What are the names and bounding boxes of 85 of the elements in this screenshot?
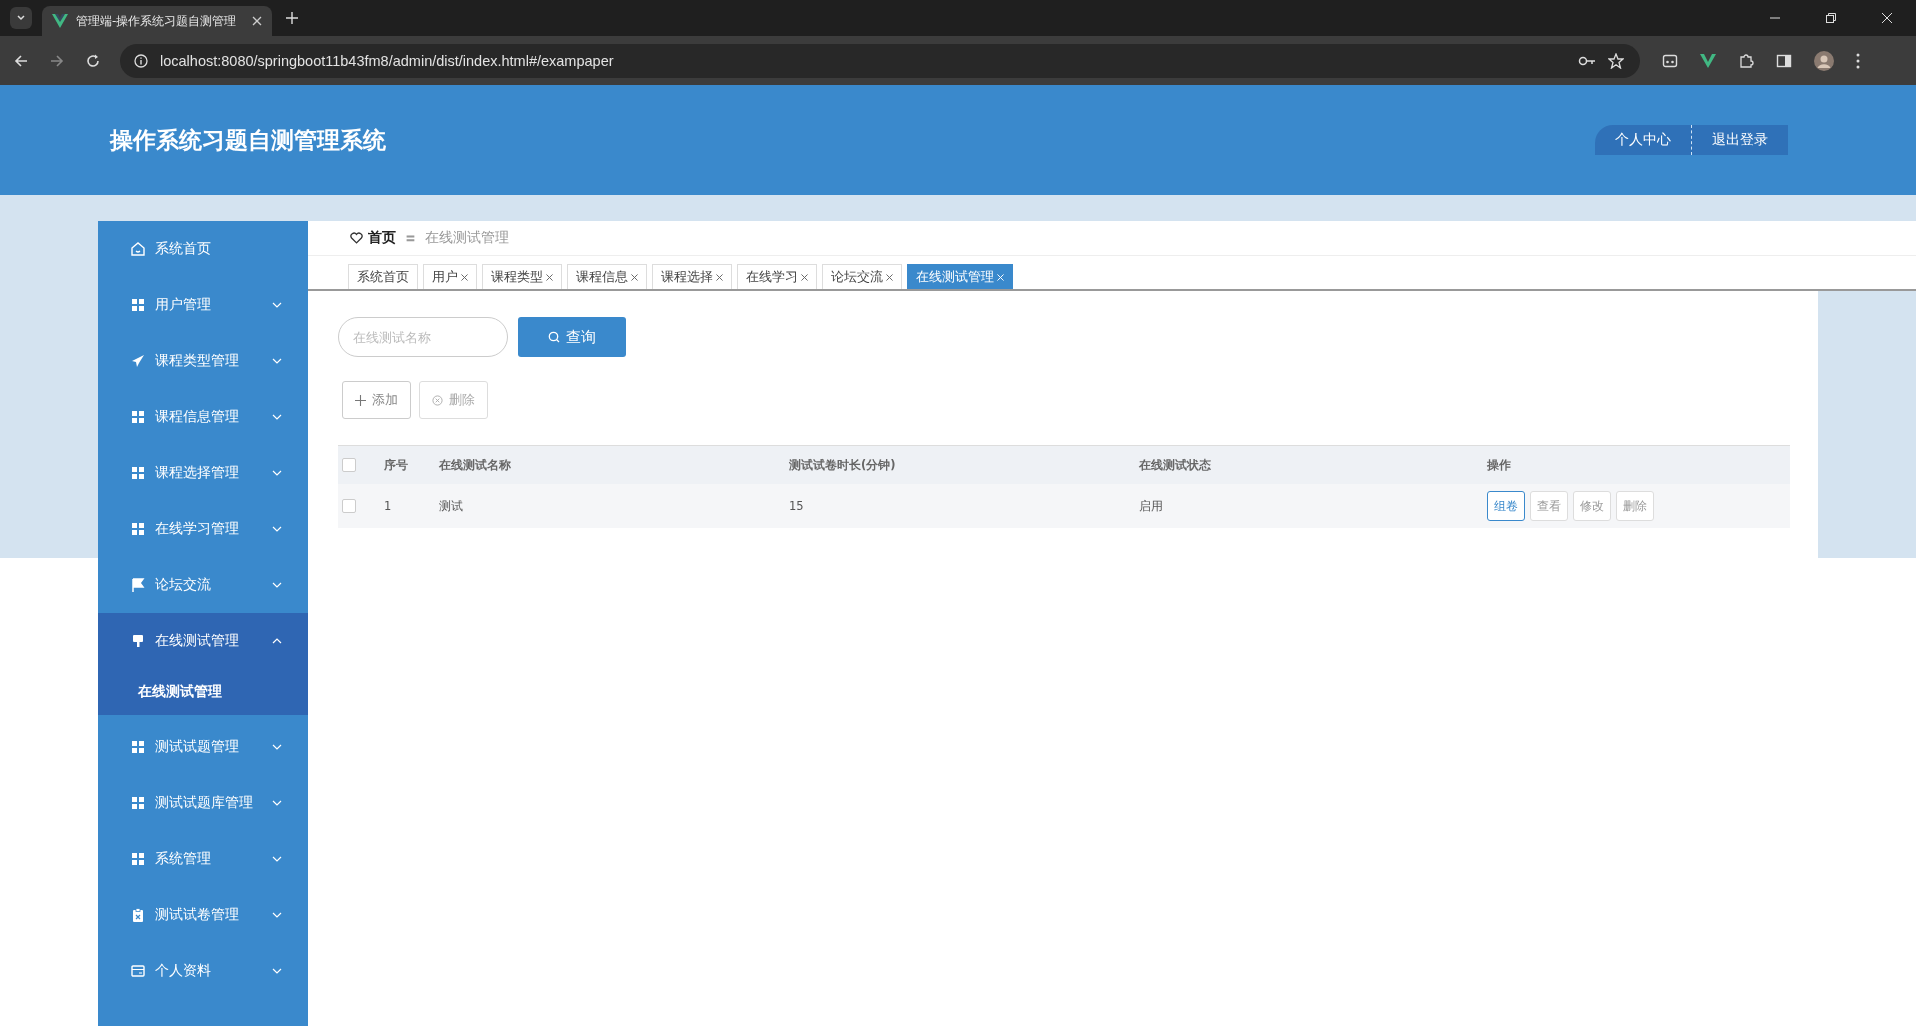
clipboard-icon — [130, 907, 146, 923]
app-title: 操作系统习题自测管理系统 — [110, 125, 386, 155]
tab[interactable]: 用户 — [423, 264, 477, 289]
heart-icon — [350, 232, 363, 244]
caret-icon — [16, 13, 26, 23]
search-icon — [548, 331, 560, 343]
tab[interactable]: 系统首页 — [348, 264, 418, 289]
address-bar[interactable]: localhost:8080/springboot11b43fm8/admin/dist/index.html#/exampaper — [120, 43, 1640, 78]
sidebar-item[interactable]: 系统管理 — [98, 831, 308, 887]
row-action-button[interactable]: 组卷 — [1487, 491, 1525, 521]
url-text: localhost:8080/springboot11b43fm8/admin/dist/index.html#/exampaper — [160, 52, 614, 69]
tab[interactable]: 在线学习 — [737, 264, 817, 289]
breadcrumb-home[interactable]: 首页 — [368, 229, 396, 247]
grid-icon — [130, 851, 146, 867]
tab[interactable]: 课程类型 — [482, 264, 562, 289]
sidebar-item[interactable]: 在线学习管理 — [98, 501, 308, 557]
tab[interactable]: 在线测试管理 — [907, 264, 1013, 289]
checkbox[interactable] — [342, 499, 356, 513]
breadcrumb-current: 在线测试管理 — [425, 229, 509, 247]
sidebar-item[interactable]: 测试试题管理 — [98, 719, 308, 775]
row-action-button[interactable]: 查看 — [1530, 491, 1568, 521]
table-cell-text: 测试 — [439, 498, 464, 514]
extension-box-icon[interactable] — [1662, 52, 1678, 69]
v-logo-icon[interactable] — [1700, 53, 1716, 68]
key-icon[interactable] — [1578, 54, 1596, 67]
column-header: 测试试卷时长(分钟) — [789, 457, 897, 473]
tab-list-button[interactable] — [10, 7, 32, 29]
card-icon — [130, 963, 146, 979]
tab[interactable]: 课程选择 — [652, 264, 732, 289]
star-icon[interactable] — [1608, 52, 1624, 69]
sidebar-item[interactable]: 论坛交流 — [98, 557, 308, 613]
browser-tab[interactable]: 管理端-操作系统习题自测管理 — [42, 6, 272, 36]
grid-icon — [130, 409, 146, 425]
grid-icon — [130, 521, 146, 537]
v-logo-icon — [52, 14, 68, 28]
sidebar-item[interactable]: 用户管理 — [98, 277, 308, 333]
home-icon — [130, 241, 146, 257]
breadcrumb-separator: 〓 — [405, 230, 416, 246]
brush-icon — [130, 633, 146, 649]
table-cell-text: 1 — [384, 499, 393, 513]
sidebar-item[interactable]: 在线测试管理 — [98, 613, 308, 669]
column-header: 在线测试名称 — [439, 457, 512, 473]
sidebar-item[interactable]: 课程信息管理 — [98, 389, 308, 445]
sidebar-item[interactable]: 测试试题库管理 — [98, 775, 308, 831]
paper-plane-icon — [130, 353, 146, 369]
row-action-button[interactable]: 删除 — [1616, 491, 1654, 521]
sidebar-item[interactable]: 个人资料 — [98, 943, 308, 999]
search-button[interactable]: 查询 — [518, 317, 626, 357]
grid-icon — [130, 297, 146, 313]
circle-x-icon — [432, 394, 443, 406]
table-cell-text: 启用 — [1139, 498, 1164, 514]
delete-button[interactable]: 删除 — [419, 381, 488, 419]
column-header: 操作 — [1487, 457, 1512, 473]
avatar-icon[interactable] — [1814, 50, 1834, 71]
tab-title: 管理端-操作系统习题自测管理 — [76, 12, 238, 30]
grid-icon — [130, 465, 146, 481]
sidebar-item[interactable]: 系统首页 — [98, 221, 308, 277]
header-button[interactable]: 退出登录 — [1692, 125, 1788, 155]
forward-arrow-icon[interactable] — [50, 53, 64, 68]
sidebar-subitem[interactable]: 在线测试管理 — [98, 669, 308, 715]
more-menu-icon[interactable] — [1856, 52, 1860, 69]
tab[interactable]: 课程信息 — [567, 264, 647, 289]
column-header: 序号 — [384, 457, 409, 473]
column-header: 在线测试状态 — [1139, 457, 1212, 473]
new-tab-icon[interactable] — [286, 12, 298, 24]
checkbox[interactable] — [342, 458, 356, 472]
puzzle-icon[interactable] — [1738, 52, 1754, 69]
table-cell-text: 15 — [789, 499, 805, 513]
side-panel-icon[interactable] — [1776, 52, 1792, 69]
info-icon[interactable] — [134, 53, 148, 68]
search-field[interactable]: 在线测试名称 — [338, 317, 508, 357]
sidebar-item[interactable]: 课程选择管理 — [98, 445, 308, 501]
sidebar-item[interactable]: 测试试卷管理 — [98, 887, 308, 943]
reload-icon[interactable] — [86, 53, 100, 68]
grid-icon — [130, 795, 146, 811]
plus-icon — [355, 394, 366, 406]
flag-icon — [130, 577, 146, 593]
row-action-button[interactable]: 修改 — [1573, 491, 1611, 521]
restore-icon[interactable] — [1826, 13, 1836, 23]
back-arrow-icon[interactable] — [14, 53, 28, 68]
sidebar-item[interactable]: 课程类型管理 — [98, 333, 308, 389]
add-button[interactable]: 添加 — [342, 381, 411, 419]
tab[interactable]: 论坛交流 — [822, 264, 902, 289]
header-button[interactable]: 个人中心 — [1595, 125, 1692, 155]
grid-icon — [130, 739, 146, 755]
